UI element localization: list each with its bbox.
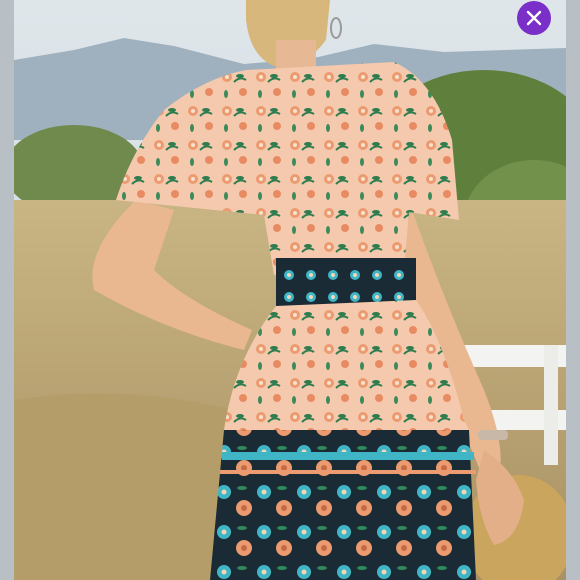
- viewer-right-edge: [566, 0, 580, 580]
- viewer-left-edge: [0, 0, 14, 580]
- close-icon: [526, 10, 542, 26]
- product-photo: [14, 0, 566, 580]
- close-button[interactable]: [517, 1, 551, 35]
- image-viewer: [0, 0, 580, 580]
